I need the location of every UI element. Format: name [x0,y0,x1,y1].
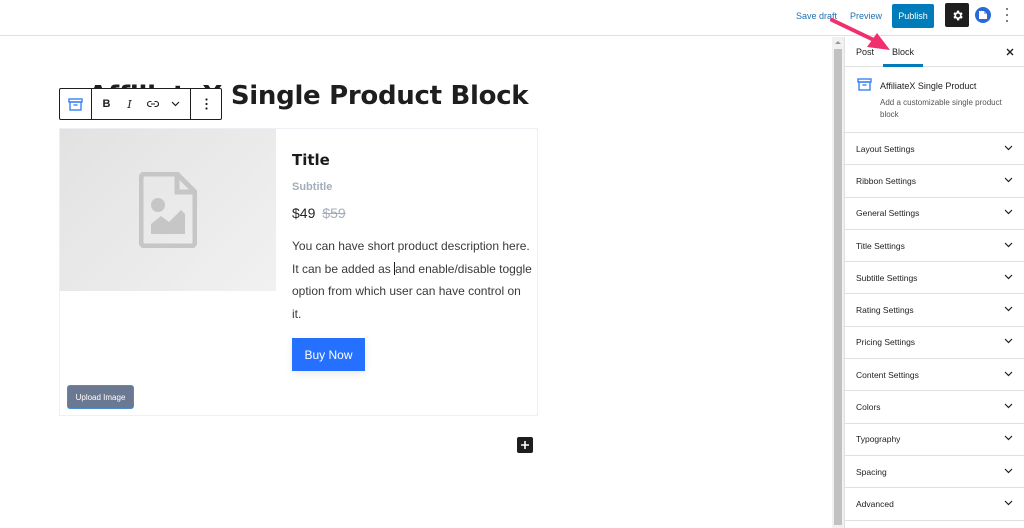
block-toolbar: B I [59,88,222,120]
panel-label: Layout Settings [856,143,915,154]
sidebar-tabs: Post Block [845,37,1024,67]
panel-ribbon-settings[interactable]: Ribbon Settings [845,165,1024,198]
upload-image-button[interactable]: Upload Image [67,385,134,409]
panel-label: Content Settings [856,369,919,380]
panel-label: Pricing Settings [856,337,916,348]
settings-sidebar: Post Block AffiliateX Single Product Add… [844,37,1024,528]
block-type-button[interactable] [60,89,91,119]
single-product-block[interactable]: Upload Image Title Subtitle $49 $59 You … [59,128,538,416]
panel-rating-settings[interactable]: Rating Settings [845,294,1024,327]
editor-scrollbar[interactable] [832,37,844,528]
panel-subtitle-settings[interactable]: Subtitle Settings [845,262,1024,295]
chevron-down-icon [1004,274,1013,280]
editor-header: Save draft Preview Publish [0,0,1024,36]
chevron-down-icon [1004,242,1013,247]
archive-box-icon [857,78,872,91]
product-title[interactable]: Title [292,151,532,169]
chevron-down-icon [1004,435,1013,441]
close-sidebar-button[interactable] [1006,45,1014,59]
block-options-button[interactable] [191,89,221,119]
block-card: AffiliateX Single Product Add a customiz… [845,67,1024,133]
panel-general-settings[interactable]: General Settings [845,198,1024,230]
panel-label: Title Settings [856,240,905,251]
settings-panels: Layout Settings Ribbon Settings General Se… [845,133,1024,521]
editor-canvas: AffiliateX Single Product Block B I Uplo… [0,37,832,528]
settings-button[interactable] [945,3,969,27]
chevron-down-icon [1004,468,1013,473]
panel-label: Spacing [856,466,887,477]
buy-now-button[interactable]: Buy Now [292,338,365,371]
panel-label: Rating Settings [856,305,914,316]
chevron-down-icon [1004,338,1013,344]
chevron-down-icon [1004,209,1013,215]
product-content: Title Subtitle $49 $59 You can have shor… [292,151,532,371]
bold-button[interactable]: B [95,89,118,119]
scroll-up-arrow[interactable] [835,41,841,44]
tab-post[interactable]: Post [856,47,874,57]
affiliatex-plugin-button[interactable] [975,7,991,23]
chevron-down-icon [1004,403,1013,409]
product-old-price[interactable]: $59 [322,205,345,221]
product-price[interactable]: $49 [292,205,315,221]
panel-colors[interactable]: Colors [845,391,1024,424]
panel-label: Colors [856,402,881,413]
vertical-ellipsis-icon [204,98,208,110]
vertical-ellipsis-icon [1006,8,1008,10]
affiliatex-icon [979,11,987,19]
gear-icon [952,10,963,20]
product-subtitle[interactable]: Subtitle [292,181,532,193]
italic-button[interactable]: I [118,89,141,119]
panel-advanced[interactable]: Advanced [845,488,1024,521]
product-image-placeholder[interactable] [60,129,276,291]
panel-title-settings[interactable]: Title Settings [845,230,1024,263]
panel-label: Subtitle Settings [856,272,918,283]
chevron-down-icon [1004,145,1013,150]
link-button[interactable] [141,89,164,119]
plus-icon [521,441,529,449]
product-description[interactable]: You can have short product description h… [292,235,532,325]
panel-typography[interactable]: Typography [845,424,1024,456]
more-rich-text-button[interactable] [164,89,187,119]
chevron-down-icon [1004,371,1013,377]
panel-pricing-settings[interactable]: Pricing Settings [845,327,1024,360]
panel-spacing[interactable]: Spacing [845,456,1024,489]
save-draft-button[interactable]: Save draft [796,11,837,21]
panel-label: Typography [856,434,901,445]
panel-layout-settings[interactable]: Layout Settings [845,133,1024,166]
block-card-title: AffiliateX Single Product [880,81,977,91]
chevron-down-icon [1004,500,1013,506]
panel-content-settings[interactable]: Content Settings [845,359,1024,392]
tab-block[interactable]: Block [892,47,914,57]
scroll-thumb[interactable] [834,49,842,525]
chevron-down-icon [1004,177,1013,183]
panel-label: Ribbon Settings [856,175,917,186]
panel-label: Advanced [856,498,894,509]
chevron-down-icon [171,101,180,107]
archive-box-icon [68,97,83,111]
publish-button[interactable]: Publish [892,4,934,28]
chevron-down-icon [1004,306,1013,312]
image-file-icon [139,172,197,248]
options-menu-button[interactable] [1003,8,1011,22]
close-icon [1006,48,1014,56]
product-pricing: $49 $59 [292,205,532,221]
panel-label: General Settings [856,208,920,219]
add-block-button[interactable] [517,437,533,453]
preview-button[interactable]: Preview [850,11,882,21]
block-card-description: Add a customizable single product block [880,98,1002,119]
link-icon [146,100,159,108]
